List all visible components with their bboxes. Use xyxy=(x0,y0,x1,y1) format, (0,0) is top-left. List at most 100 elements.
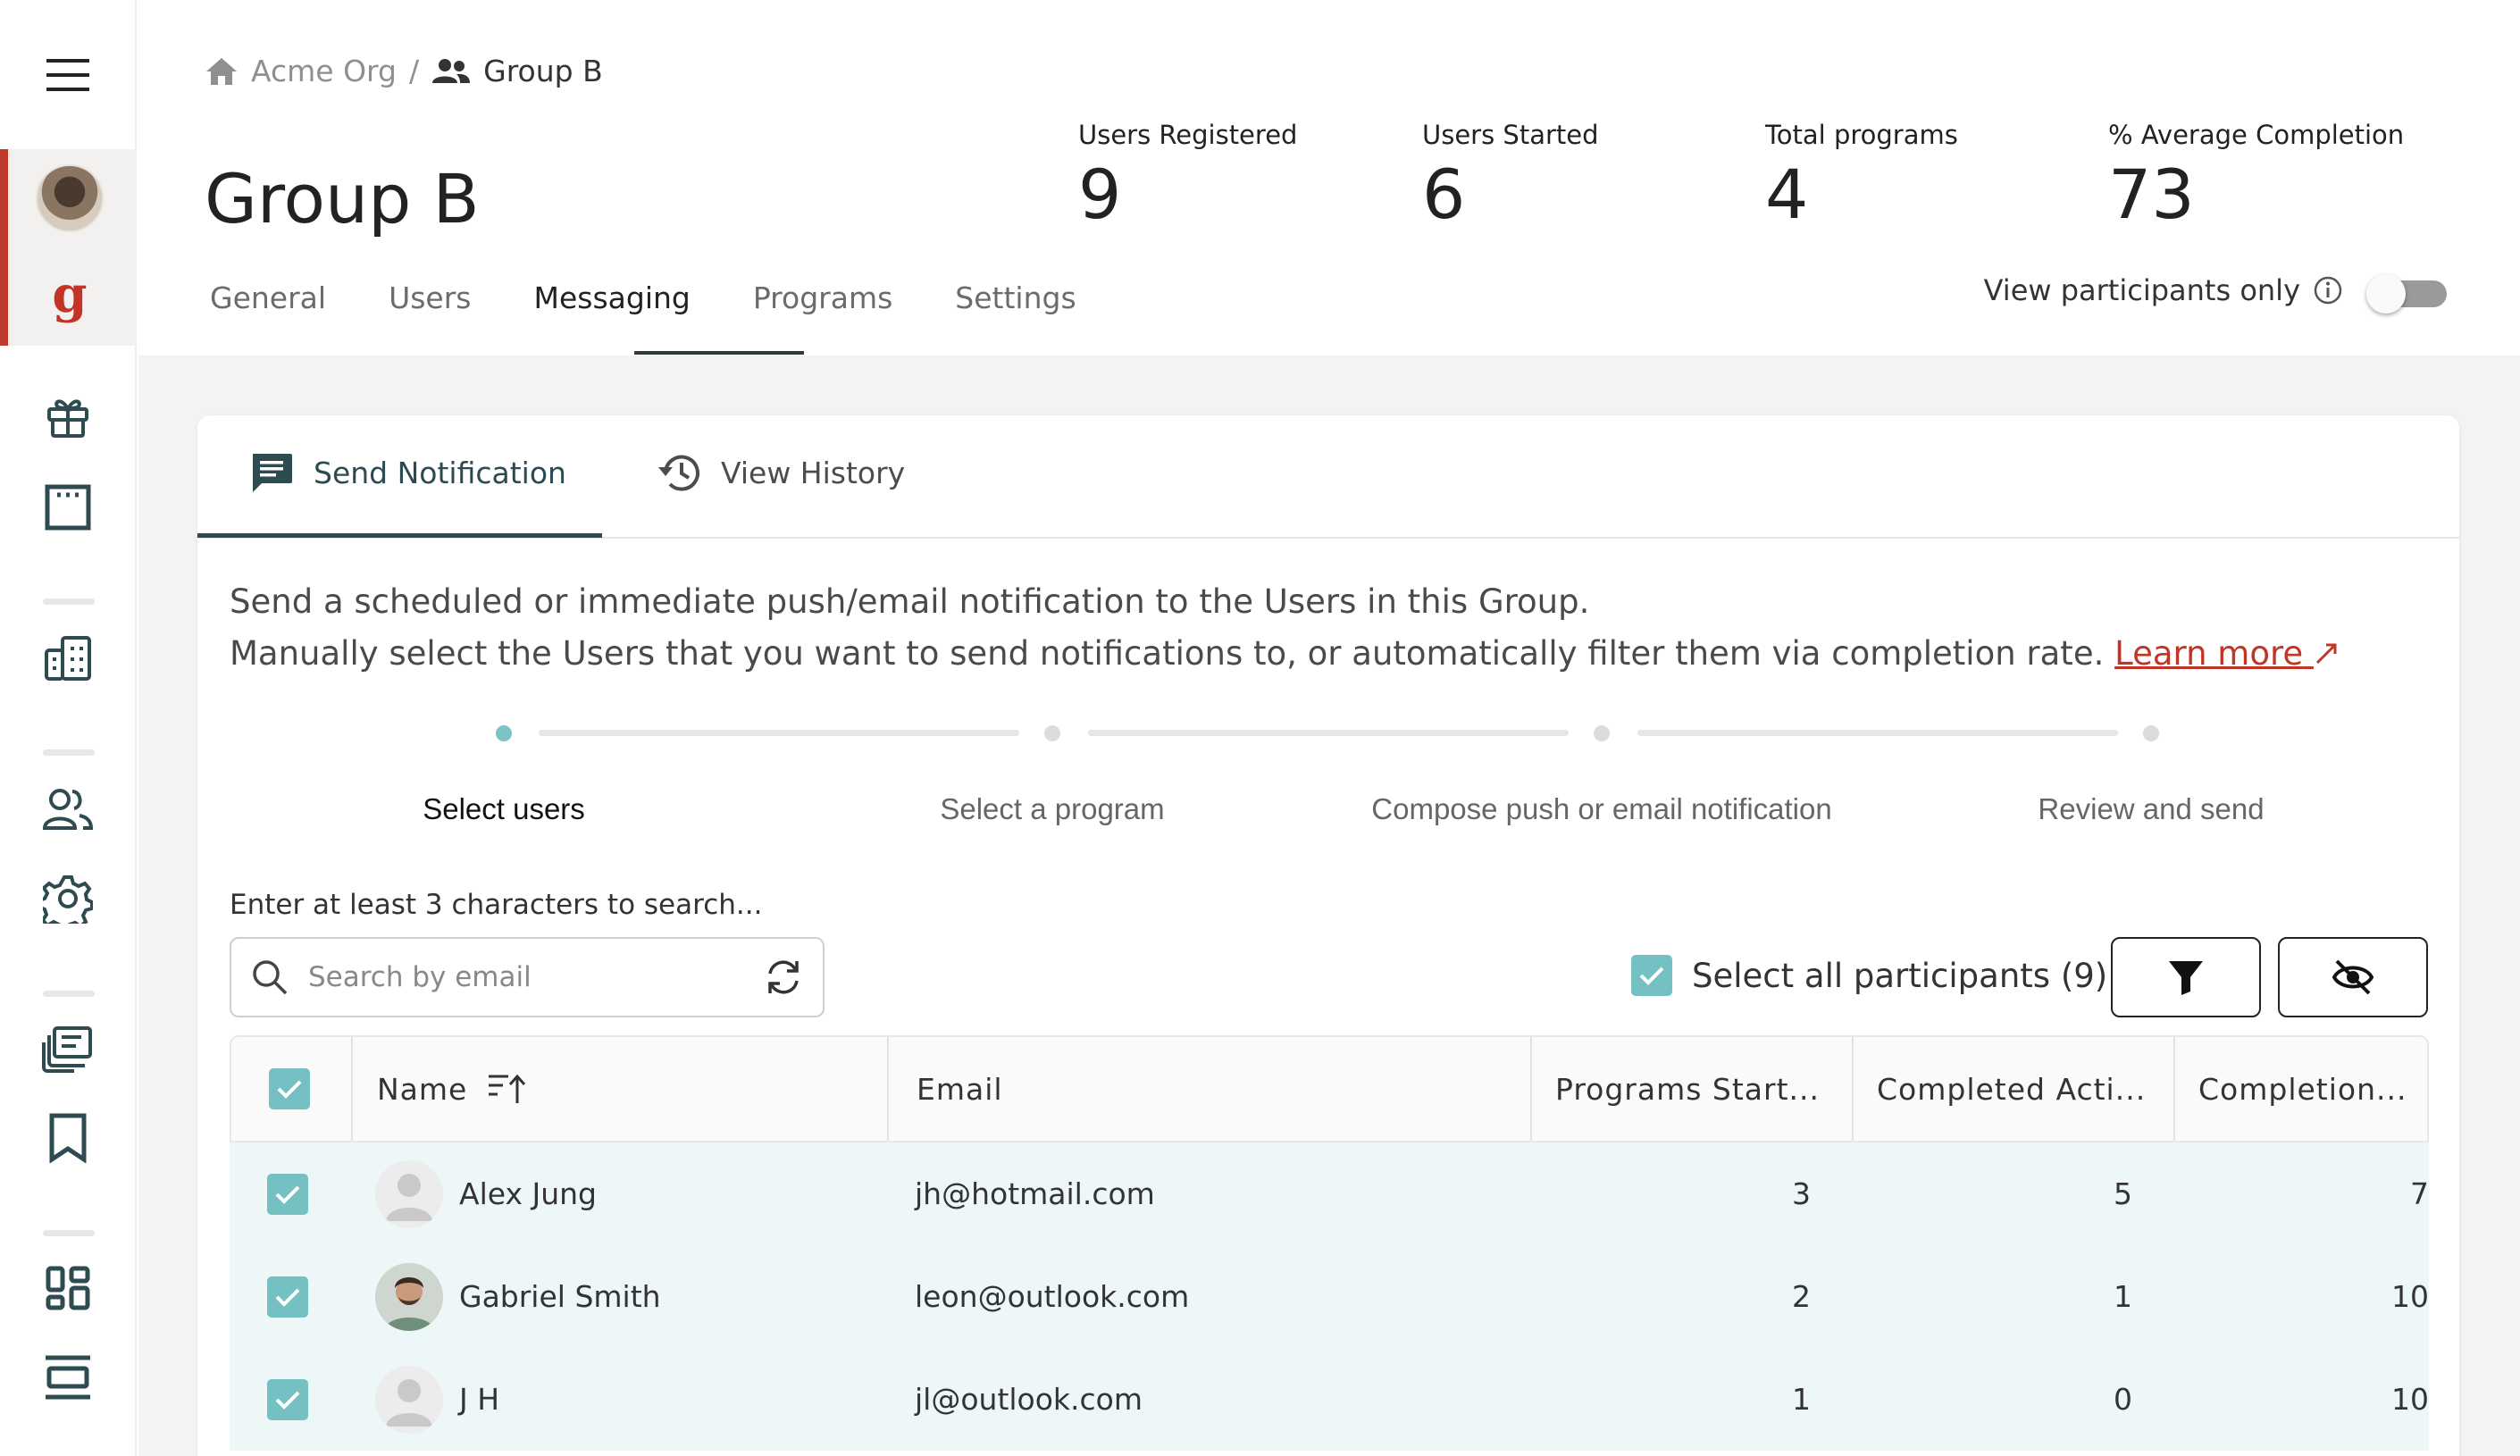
tab-users[interactable]: Users xyxy=(383,277,476,319)
bookmark-icon[interactable] xyxy=(39,1111,96,1165)
stat-label: Users Started xyxy=(1422,120,1599,150)
chat-icon xyxy=(253,454,292,492)
library-icon[interactable] xyxy=(39,1022,96,1075)
gift-icon[interactable] xyxy=(39,389,96,443)
dashboard-icon[interactable] xyxy=(39,1261,96,1315)
table-row[interactable]: J H jl@outlook.com 1 0 10 xyxy=(230,1348,2429,1451)
filter-button[interactable] xyxy=(2111,937,2261,1017)
sidebar: g xyxy=(0,0,137,1456)
stat-label: Total programs xyxy=(1765,120,1958,150)
description: Send a scheduled or immediate push/email… xyxy=(230,576,2340,680)
breadcrumb: Acme Org / Group B xyxy=(205,54,603,88)
column-programs-started[interactable]: Programs Start... xyxy=(1555,1037,1850,1141)
tab-label: View History xyxy=(721,455,906,490)
row-checkbox-cell xyxy=(267,1245,308,1348)
info-icon[interactable] xyxy=(2313,275,2343,305)
column-name[interactable]: Name xyxy=(377,1037,526,1141)
settings-icon[interactable] xyxy=(39,872,96,925)
participants-only-toggle[interactable] xyxy=(2366,272,2449,314)
avatar xyxy=(375,1159,443,1228)
name-cell: Alex Jung xyxy=(375,1142,597,1245)
column-divider xyxy=(1530,1037,1532,1141)
stat-average-completion: % Average Completion 73 xyxy=(2108,120,2404,229)
stat-users-registered: Users Registered 9 xyxy=(1078,120,1297,229)
sidebar-divider xyxy=(43,598,95,605)
page-title: Group B xyxy=(205,159,480,238)
programs-started-cell: 3 xyxy=(1792,1176,1811,1211)
step-compose[interactable]: Compose push or email notification xyxy=(1334,792,1870,826)
tab-send-notification[interactable]: Send Notification xyxy=(249,451,566,494)
search-icon xyxy=(253,960,288,995)
table-row[interactable]: Gabriel Smith leon@outlook.com 2 1 10 xyxy=(230,1245,2429,1348)
email-cell: leon@outlook.com xyxy=(915,1279,1190,1314)
stat-total-programs: Total programs 4 xyxy=(1765,120,1958,229)
completion-cell: 10 xyxy=(2391,1279,2429,1314)
row-checkbox-cell xyxy=(267,1348,308,1451)
card-tab-active-indicator xyxy=(197,533,602,538)
check-icon xyxy=(275,1391,300,1410)
table-header: Name Email Programs Start... Completed A… xyxy=(230,1035,2429,1142)
column-divider xyxy=(2173,1037,2175,1141)
tab-general[interactable]: General xyxy=(205,277,331,319)
completed-activities-cell: 1 xyxy=(2114,1279,2132,1314)
search-hint: Enter at least 3 characters to search... xyxy=(230,889,763,921)
search-input[interactable] xyxy=(308,961,764,993)
check-icon xyxy=(1639,966,1664,985)
header-checkbox[interactable] xyxy=(269,1068,310,1109)
tab-programs[interactable]: Programs xyxy=(748,277,898,319)
step-dot-4 xyxy=(2143,725,2159,741)
layout-icon[interactable] xyxy=(39,1351,96,1404)
breadcrumb-root[interactable]: Acme Org xyxy=(251,54,397,88)
breadcrumb-current: Group B xyxy=(483,54,603,88)
eye-off-icon xyxy=(2332,959,2374,995)
column-completed-activities[interactable]: Completed Acti... xyxy=(1877,1037,2172,1141)
sort-icon[interactable] xyxy=(487,1071,526,1107)
row-checkbox[interactable] xyxy=(267,1276,308,1318)
row-checkbox[interactable] xyxy=(267,1378,308,1420)
programs-started-cell: 2 xyxy=(1792,1279,1811,1314)
stat-label: % Average Completion xyxy=(2108,120,2405,150)
home-icon[interactable] xyxy=(205,56,239,87)
programs-started-cell: 1 xyxy=(1792,1382,1811,1417)
sidebar-divider xyxy=(43,1230,95,1236)
buildings-icon[interactable] xyxy=(39,632,96,685)
step-line xyxy=(1088,730,1569,736)
avatar xyxy=(375,1262,443,1331)
select-all-label: Select all participants (9) xyxy=(1692,956,2108,995)
refresh-icon[interactable] xyxy=(764,958,803,997)
avatar[interactable] xyxy=(36,164,104,232)
calendar-icon[interactable] xyxy=(39,481,96,534)
hide-button[interactable] xyxy=(2278,937,2428,1017)
step-review-send[interactable]: Review and send xyxy=(1972,792,2330,826)
table-row[interactable]: Alex Jung jh@hotmail.com 3 5 7 xyxy=(230,1142,2429,1245)
stat-value: 4 xyxy=(1765,155,1809,234)
email-cell: jl@outlook.com xyxy=(915,1382,1143,1417)
row-checkbox[interactable] xyxy=(267,1173,308,1215)
tab-settings[interactable]: Settings xyxy=(950,277,1081,319)
column-email[interactable]: Email xyxy=(917,1037,1003,1141)
name-cell: Gabriel Smith xyxy=(375,1245,661,1348)
tab-label: Send Notification xyxy=(314,455,566,490)
users-icon[interactable] xyxy=(39,782,96,836)
learn-more-label: Learn more xyxy=(2114,634,2304,673)
group-tabs: General Users Messaging Programs Setting… xyxy=(205,277,1134,319)
select-all-checkbox[interactable] xyxy=(1631,955,1672,996)
row-checkbox-cell xyxy=(267,1142,308,1245)
learn-more-link[interactable]: Learn more xyxy=(2114,634,2340,673)
tab-view-history[interactable]: View History xyxy=(655,451,905,494)
step-select-users[interactable]: Select users xyxy=(325,792,682,826)
menu-icon[interactable] xyxy=(39,50,96,100)
external-link-icon xyxy=(2315,643,2337,665)
stat-value: 6 xyxy=(1422,155,1466,234)
check-icon xyxy=(277,1080,302,1099)
toggle-knob xyxy=(2366,274,2406,314)
select-all[interactable]: Select all participants (9) xyxy=(1631,955,2107,996)
card-tabs: Send Notification View History xyxy=(197,415,2459,539)
tab-messaging[interactable]: Messaging xyxy=(528,277,695,319)
step-dot-1 xyxy=(496,725,512,741)
column-completion[interactable]: Completion... xyxy=(2198,1037,2427,1141)
org-logo[interactable]: g xyxy=(46,268,93,322)
column-divider xyxy=(351,1037,353,1141)
default-avatar-icon xyxy=(386,1173,432,1221)
step-select-program[interactable]: Select a program xyxy=(874,792,1231,826)
